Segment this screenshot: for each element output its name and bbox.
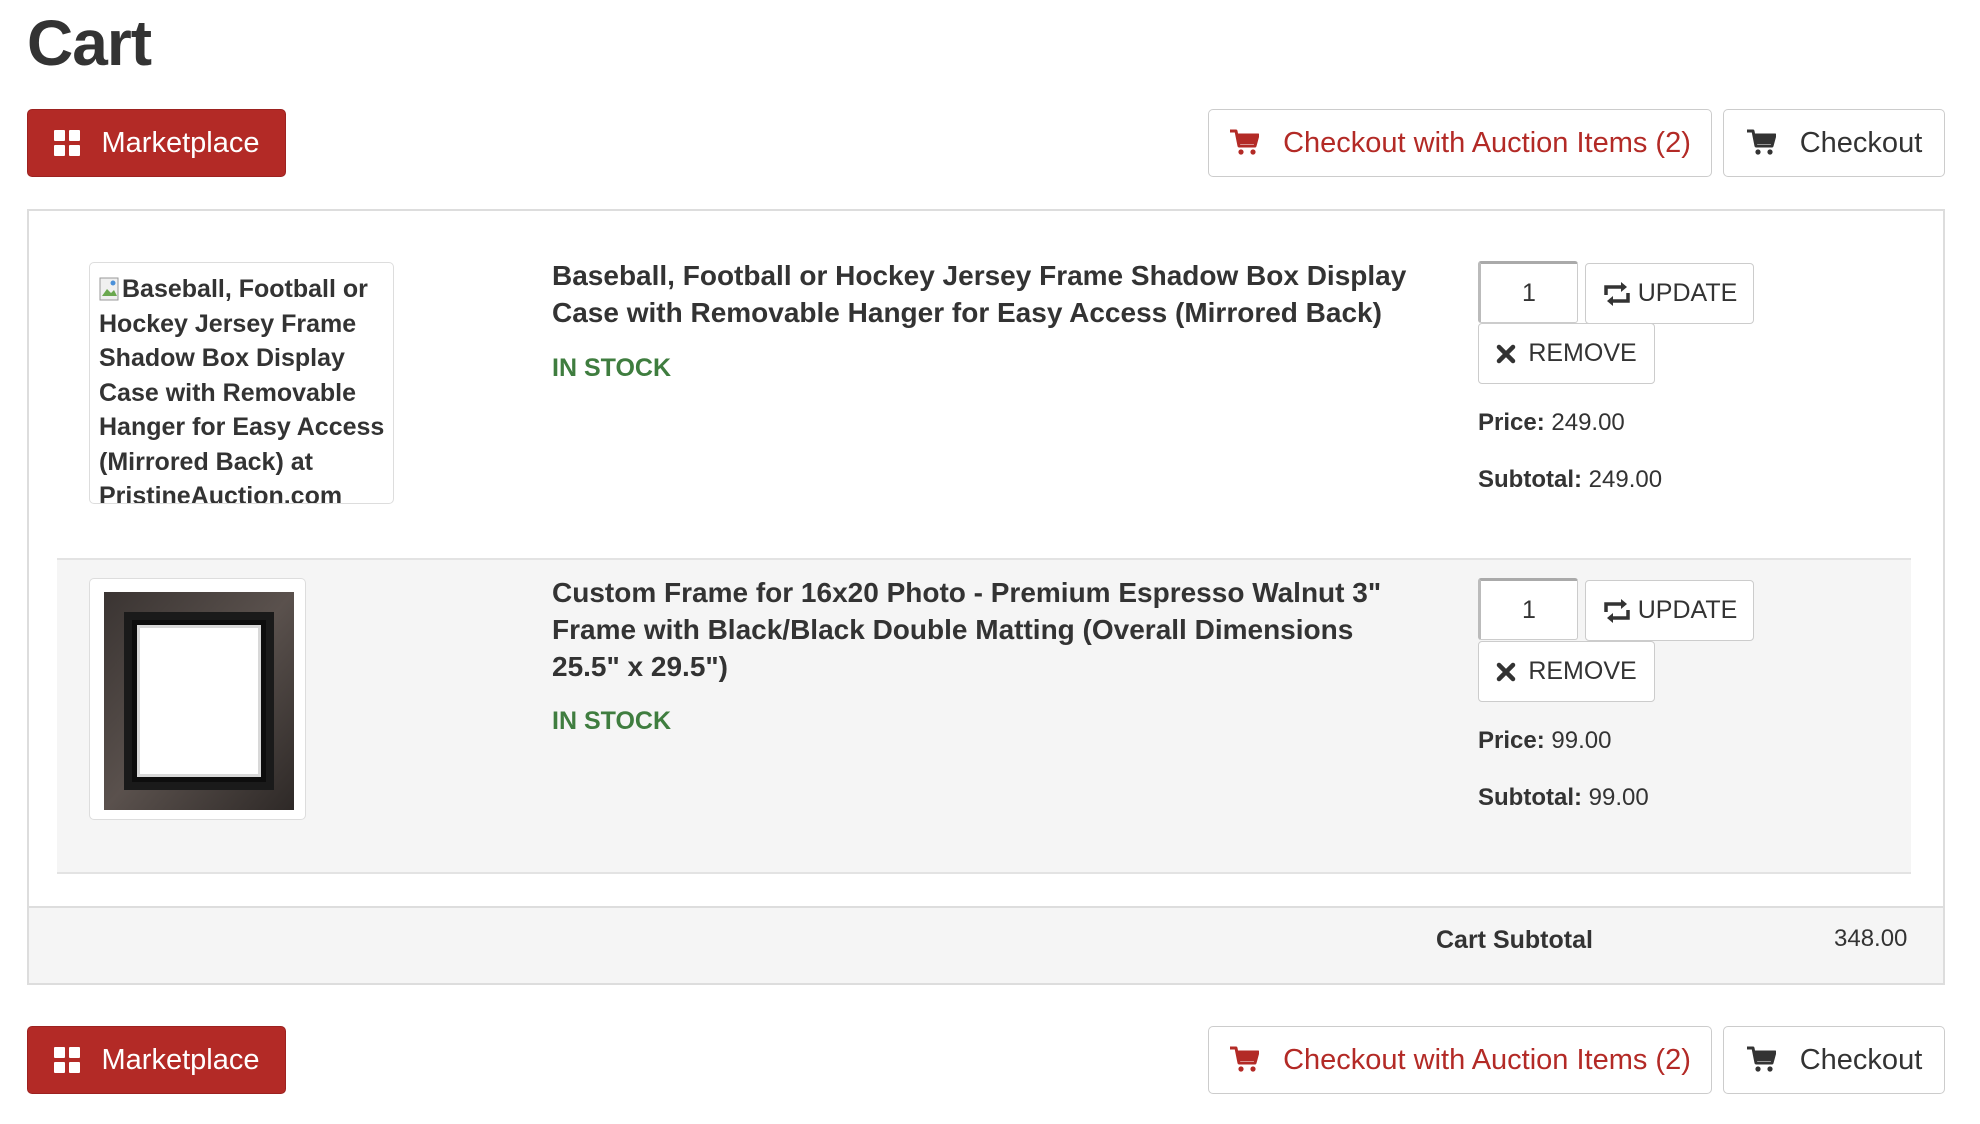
checkout-button-label: Checkout (1799, 126, 1923, 159)
remove-button[interactable]: REMOVE (1478, 641, 1655, 702)
marketplace-button[interactable]: Marketplace (27, 109, 286, 177)
page-title: Cart (27, 7, 152, 79)
cart-subtotal-label: Cart Subtotal (1436, 926, 1593, 954)
stock-status: IN STOCK (552, 354, 671, 382)
product-name[interactable]: Custom Frame for 16x20 Photo - Premium E… (552, 574, 1422, 685)
refresh-icon (1603, 281, 1630, 306)
price: Price: 249.00 (1478, 409, 1625, 436)
cart-icon (1230, 129, 1260, 155)
checkout-button-label: Checkout (1799, 1043, 1923, 1076)
grid-icon (53, 1047, 80, 1073)
product-image-broken[interactable]: Baseball, Football or Hockey Jersey Fram… (89, 262, 394, 504)
quantity-input[interactable] (1478, 261, 1578, 323)
checkout-auction-items-label: Checkout with Auction Items (2) (1283, 126, 1691, 159)
checkout-button[interactable]: Checkout (1723, 109, 1945, 177)
checkout-auction-items-button[interactable]: Checkout with Auction Items (2) (1208, 109, 1712, 177)
close-icon (1497, 344, 1516, 363)
remove-button[interactable]: REMOVE (1478, 323, 1655, 384)
checkout-auction-items-button[interactable]: Checkout with Auction Items (2) (1208, 1026, 1712, 1094)
subtotal: Subtotal: 99.00 (1478, 784, 1649, 811)
cart-icon (1746, 129, 1776, 155)
subtotal: Subtotal: 249.00 (1478, 466, 1663, 493)
product-image-alt-text: Baseball, Football or Hockey Jersey Fram… (99, 275, 385, 504)
grid-icon (53, 130, 80, 156)
marketplace-button-label: Marketplace (101, 126, 260, 159)
cart-subtotal-value: 348.00 (1834, 925, 1908, 952)
update-button[interactable]: UPDATE (1585, 263, 1754, 324)
refresh-icon (1603, 598, 1630, 623)
checkout-button[interactable]: Checkout (1723, 1026, 1945, 1094)
quantity-input[interactable] (1478, 578, 1578, 640)
stock-status: IN STOCK (552, 707, 671, 735)
product-name[interactable]: Baseball, Football or Hockey Jersey Fram… (552, 257, 1422, 331)
frame-product-photo (104, 592, 294, 810)
update-button[interactable]: UPDATE (1585, 580, 1754, 641)
product-image[interactable] (89, 578, 306, 820)
price: Price: 99.00 (1478, 727, 1612, 754)
marketplace-button-label: Marketplace (101, 1043, 260, 1076)
cart-icon (1230, 1046, 1260, 1072)
checkout-auction-items-label: Checkout with Auction Items (2) (1283, 1043, 1691, 1076)
broken-image-icon (99, 277, 119, 301)
cart-icon (1746, 1046, 1776, 1072)
cart-subtotal-row (29, 906, 1943, 983)
close-icon (1497, 662, 1516, 681)
marketplace-button[interactable]: Marketplace (27, 1026, 286, 1094)
